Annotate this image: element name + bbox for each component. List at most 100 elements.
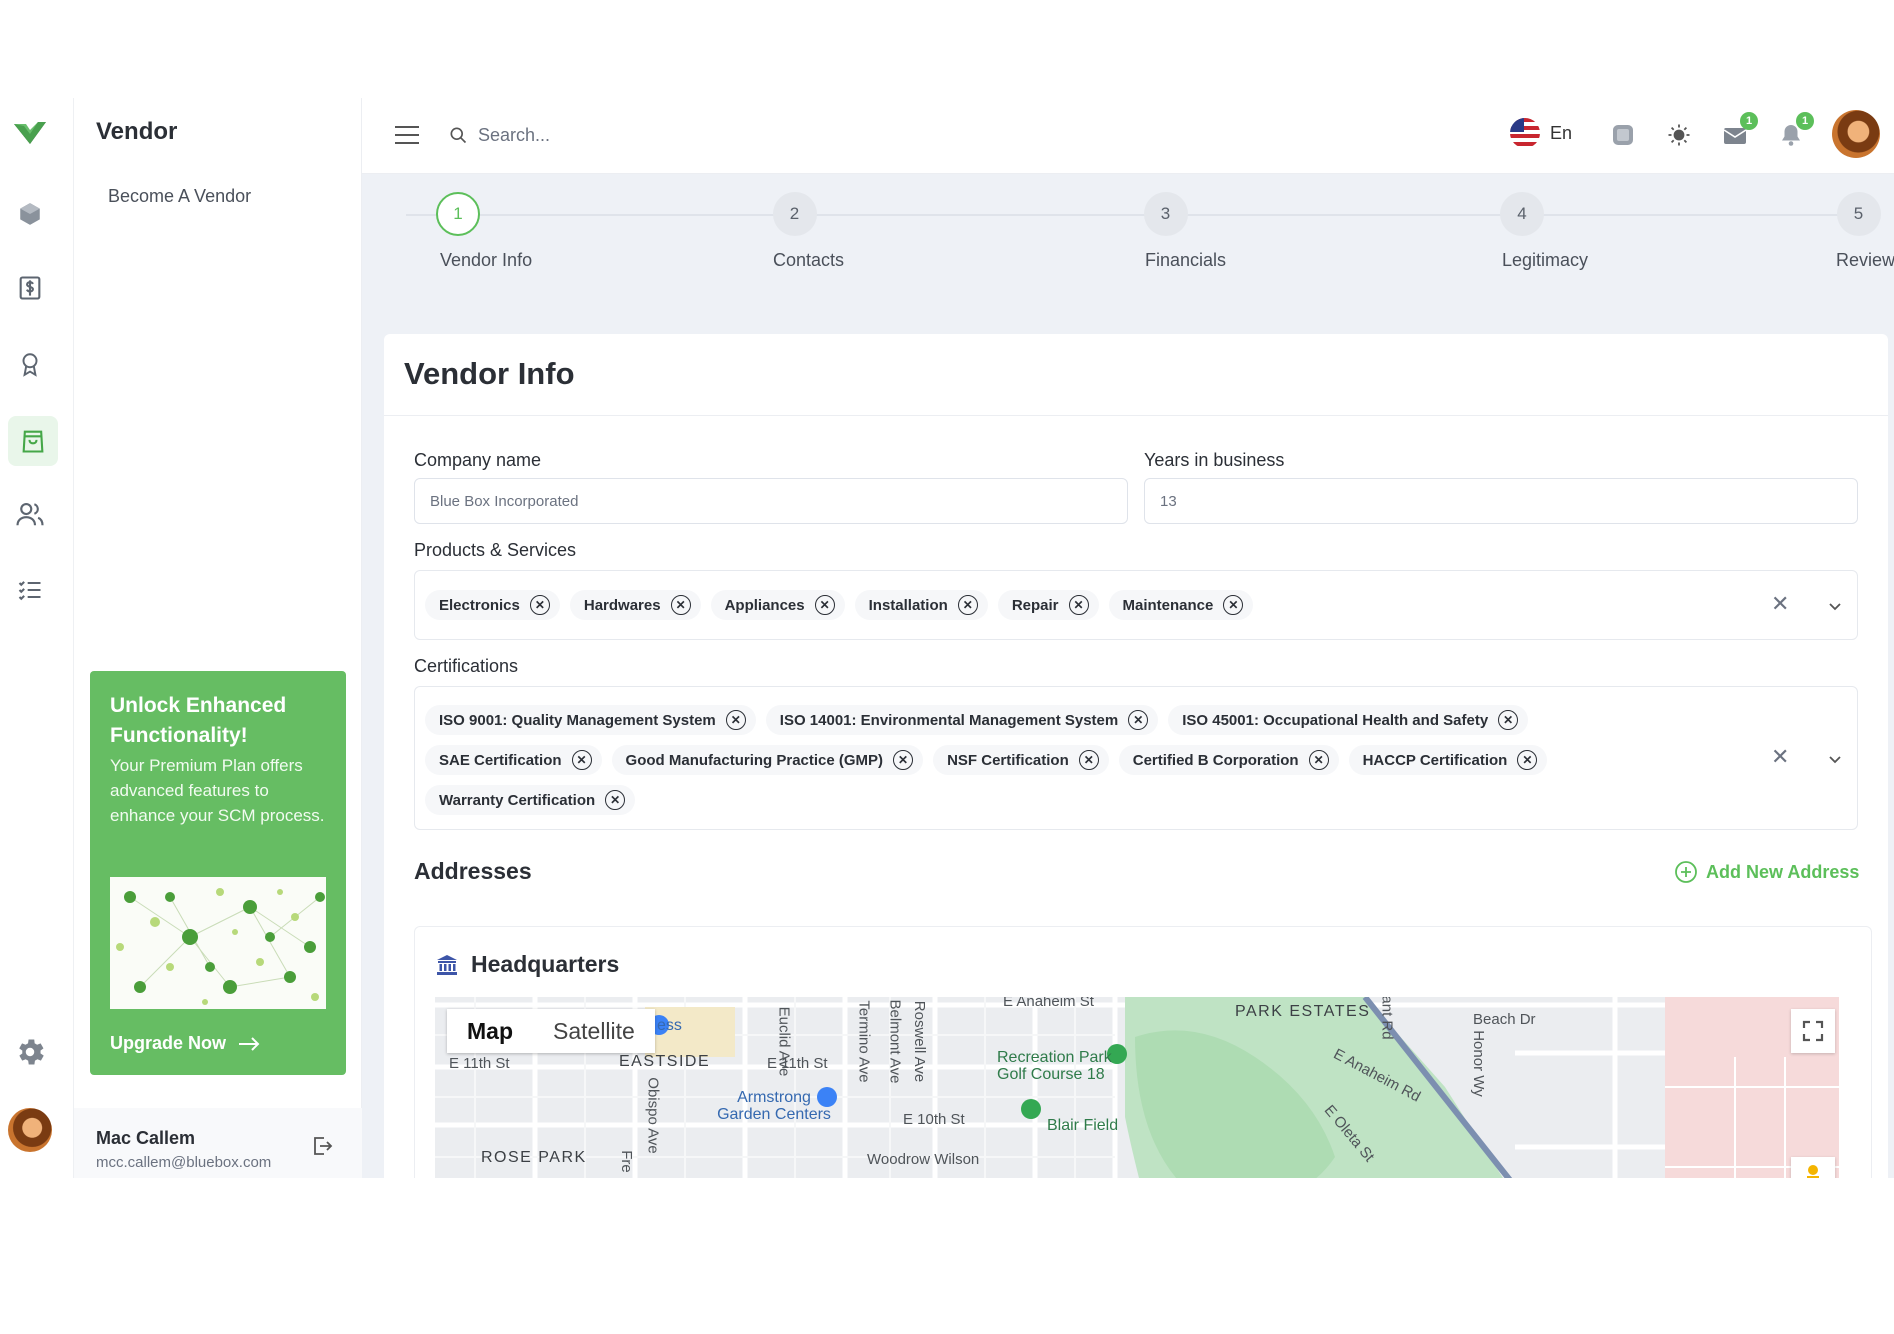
users-icon[interactable]: [12, 496, 48, 532]
map-label: E Anaheim St: [1003, 997, 1094, 1010]
remove-tag-icon[interactable]: ✕: [571, 750, 592, 770]
remove-tag-icon[interactable]: ✕: [814, 595, 835, 615]
search-icon: [450, 127, 467, 144]
upgrade-promo-card: Unlock Enhanced Functionality! Your Prem…: [90, 671, 346, 1075]
remove-tag-icon[interactable]: ✕: [1223, 595, 1244, 615]
mail-badge: 1: [1740, 112, 1758, 130]
gear-icon[interactable]: [12, 1034, 48, 1070]
remove-tag-icon[interactable]: ✕: [1128, 710, 1149, 730]
remove-tag-icon[interactable]: ✕: [670, 595, 691, 615]
vendor-sidebar: Vendor Become A Vendor Unlock Enhanced F…: [74, 98, 362, 1178]
remove-tag-icon[interactable]: ✕: [1068, 595, 1089, 615]
step-financials[interactable]: 3 Financials: [1105, 192, 1226, 271]
step-number: 3: [1143, 192, 1188, 236]
theme-sun-icon[interactable]: [1664, 120, 1694, 150]
certification-tag: Good Manufacturing Practice (GMP) ✕: [611, 745, 924, 775]
remove-tag-icon[interactable]: ✕: [605, 790, 626, 810]
map-label: Honor Wy: [1469, 1030, 1487, 1097]
products-multiselect[interactable]: Electronics ✕ Hardwares ✕ Appliances ✕ Inst…: [414, 570, 1858, 640]
step-label: Vendor Info: [440, 250, 533, 270]
remove-tag-icon[interactable]: ✕: [1517, 750, 1538, 770]
arrow-right-icon: [239, 1036, 260, 1051]
street-view-pegman[interactable]: [1791, 1157, 1835, 1178]
remove-tag-icon[interactable]: ✕: [1078, 750, 1099, 770]
satellite-view-button[interactable]: Satellite: [533, 1009, 655, 1053]
step-label: Legitimacy: [1502, 250, 1589, 270]
icon-rail: [0, 98, 74, 1178]
vendor-info-card: Vendor Info Company name Years in busine…: [384, 334, 1888, 1178]
add-new-address-button[interactable]: Add New Address: [1674, 860, 1859, 884]
products-tag-list: Electronics ✕ Hardwares ✕ Appliances ✕ Inst…: [425, 590, 1254, 620]
hamburger-menu-icon[interactable]: [392, 120, 422, 150]
product-tag: Appliances ✕: [710, 590, 845, 620]
remove-tag-icon[interactable]: ✕: [893, 750, 914, 770]
product-tag: Maintenance ✕: [1108, 590, 1254, 620]
map-label: ant Rd: [1378, 997, 1396, 1040]
step-number: 5: [1836, 192, 1881, 236]
headquarters-address-card: Headquarters Map Satellite E Anaheim St …: [414, 926, 1872, 1178]
chevron-down-icon[interactable]: [1827, 598, 1843, 614]
step-contacts[interactable]: 2 Contacts: [745, 192, 844, 271]
certification-tag: Certified B Corporation ✕: [1118, 745, 1339, 775]
search-input[interactable]: [478, 124, 758, 146]
map-label: Woodrow Wilson: [867, 1151, 980, 1168]
add-new-address-label: Add New Address: [1706, 861, 1860, 882]
map-type-toggle: Map Satellite: [447, 1009, 655, 1053]
map-label: Roswell Ave: [911, 1000, 929, 1083]
dollar-doc-icon[interactable]: [12, 270, 48, 306]
map-label: Belmont Ave: [886, 999, 904, 1084]
top-bar: En 1 1: [362, 98, 1894, 174]
map-label: PARK ESTATES: [1235, 1003, 1371, 1020]
step-legitimacy[interactable]: 4 Legitimacy: [1456, 192, 1588, 271]
sidebar-item-become-vendor[interactable]: Become A Vendor: [108, 186, 251, 207]
shopping-bag-icon[interactable]: [8, 416, 58, 466]
pegman-icon: [1807, 1165, 1819, 1178]
notification-bell-icon[interactable]: 1: [1776, 112, 1814, 150]
headquarters-map[interactable]: Map Satellite E Anaheim St PARK ESTATES …: [435, 997, 1839, 1178]
map-view-button[interactable]: Map: [447, 1009, 533, 1053]
certifications-multiselect[interactable]: ISO 9001: Quality Management System ✕ ISO…: [414, 686, 1858, 830]
map-label: ROSE PARK: [481, 1149, 587, 1166]
main-content: 1 Vendor Info 2 Contacts 3 Financials 4 …: [362, 174, 1894, 1178]
user-avatar[interactable]: [1832, 110, 1880, 158]
award-icon[interactable]: [12, 346, 48, 382]
user-avatar-small[interactable]: [8, 1108, 52, 1152]
products-label: Products & Services: [414, 540, 577, 560]
bell-badge: 1: [1796, 112, 1814, 130]
chevron-down-icon[interactable]: [1827, 751, 1843, 767]
remove-tag-icon[interactable]: ✕: [1308, 750, 1329, 770]
certifications-tag-list: ISO 9001: Quality Management System ✕ ISO…: [425, 705, 1575, 815]
apps-icon[interactable]: [1608, 120, 1638, 150]
remove-tag-icon[interactable]: ✕: [1498, 710, 1519, 730]
language-selector[interactable]: En: [1510, 118, 1572, 148]
cube-icon[interactable]: [12, 196, 48, 232]
remove-tag-icon[interactable]: ✕: [957, 595, 978, 615]
remove-tag-icon[interactable]: ✕: [529, 595, 550, 615]
step-label: Contacts: [773, 250, 845, 270]
upgrade-now-button[interactable]: Upgrade Now: [110, 1033, 260, 1054]
product-tag: Installation ✕: [854, 590, 988, 620]
clear-certifications-icon[interactable]: ✕: [1771, 744, 1789, 770]
user-profile-footer: Mac Callem mcc.callem@bluebox.com: [74, 1108, 362, 1178]
years-in-business-label: Years in business: [1144, 450, 1285, 470]
product-tag: Repair ✕: [997, 590, 1099, 620]
checklist-icon[interactable]: [12, 572, 48, 608]
step-vendor-info[interactable]: 1 Vendor Info: [384, 192, 532, 271]
map-label: Blair Field: [1047, 1117, 1119, 1134]
mail-icon[interactable]: 1: [1720, 112, 1758, 150]
step-label: Review: [1836, 250, 1894, 270]
bank-building-icon: [437, 954, 457, 975]
years-in-business-input[interactable]: [1144, 478, 1858, 524]
certification-tag: SAE Certification ✕: [425, 745, 602, 775]
fullscreen-button[interactable]: [1791, 1009, 1835, 1053]
remove-tag-icon[interactable]: ✕: [725, 710, 746, 730]
product-tag: Electronics ✕: [425, 590, 560, 620]
certification-tag: ISO 14001: Environmental Management Syst…: [765, 705, 1159, 735]
clear-products-icon[interactable]: ✕: [1771, 591, 1789, 617]
brand-logo-icon[interactable]: [12, 118, 48, 148]
map-label: EASTSIDE: [619, 1053, 711, 1070]
map-label: Beach Dr: [1473, 1011, 1536, 1028]
company-name-input[interactable]: [414, 478, 1128, 524]
step-review[interactable]: 5 Review: [1822, 192, 1894, 271]
logout-icon[interactable]: [310, 1134, 334, 1158]
